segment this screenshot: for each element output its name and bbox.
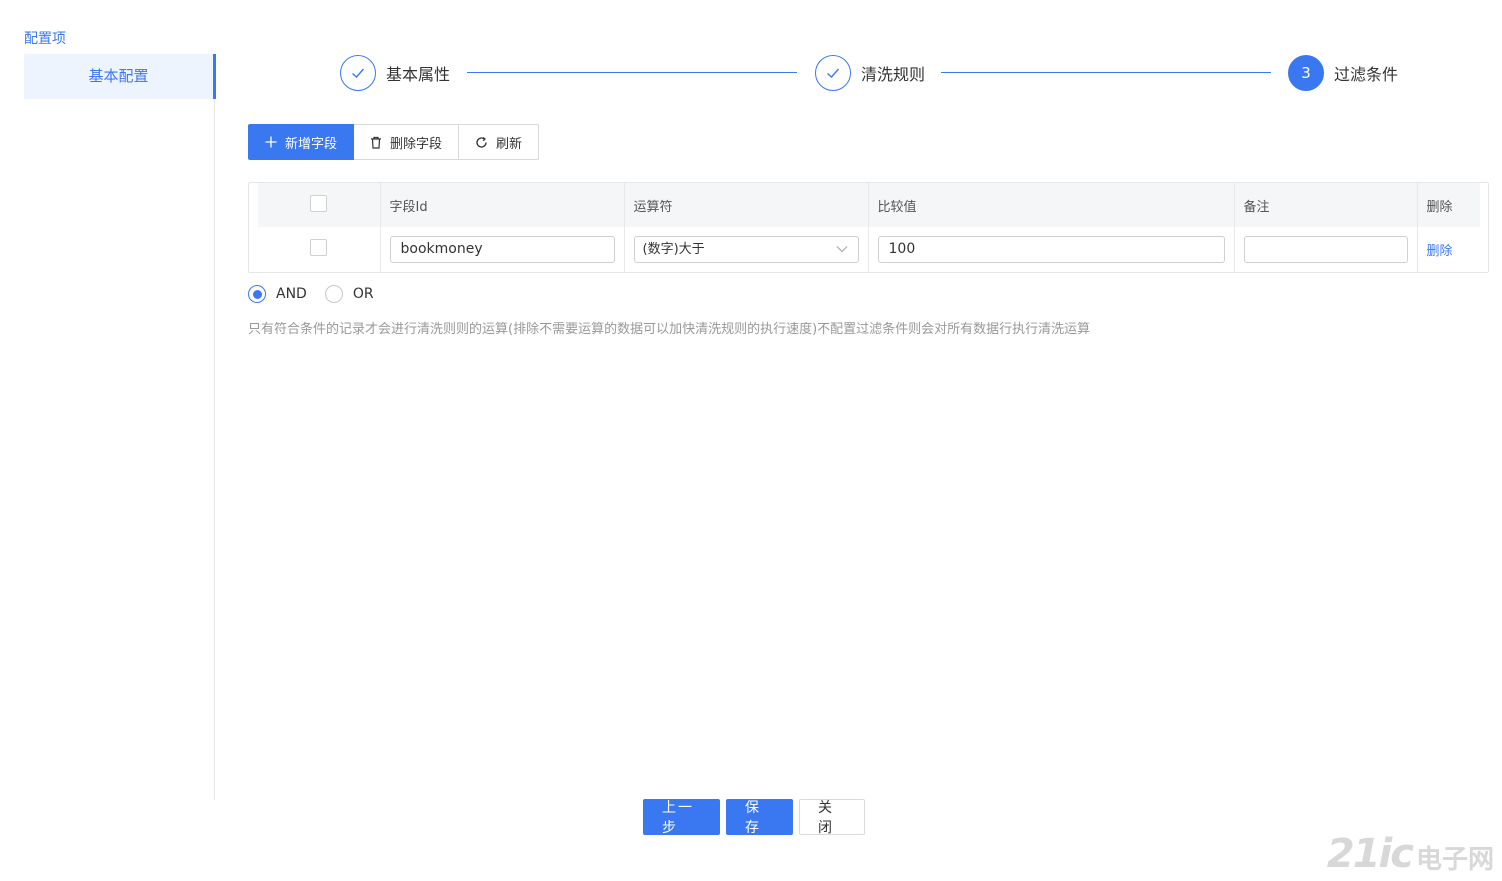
delete-field-label: 删除字段 [390, 136, 443, 152]
steps: 基本属性 清洗规则 3 过滤条件 [340, 54, 1420, 92]
trash-icon [370, 136, 382, 149]
operator-value: (数字)大于 [642, 242, 705, 257]
radio-and[interactable]: AND [248, 285, 307, 303]
column-header-field-id: 字段Id [380, 183, 625, 227]
compare-value-input[interactable]: 100 [877, 236, 1225, 263]
save-button[interactable]: 保存 [726, 799, 793, 836]
add-field-label: 新增字段 [285, 136, 338, 152]
step-label: 清洗规则 [861, 65, 926, 84]
sidebar: 配置项 基本配置 [24, 28, 216, 99]
sidebar-item-basic-config[interactable]: 基本配置 [24, 54, 216, 99]
prev-step-button[interactable]: 上一步 [643, 799, 720, 836]
row-checkbox[interactable] [310, 239, 328, 256]
footer-actions: 上一步 保存 关闭 [643, 799, 871, 836]
radio-or-label: OR [352, 286, 374, 302]
refresh-label: 刷新 [496, 136, 523, 152]
remark-input[interactable] [1243, 236, 1408, 263]
check-icon [815, 55, 851, 91]
select-all-checkbox[interactable] [310, 194, 328, 212]
remark-cell [1234, 227, 1418, 272]
plus-icon [265, 136, 277, 148]
operator-cell: (数字)大于 [624, 227, 869, 272]
step-connector [941, 72, 1271, 73]
refresh-icon [475, 136, 488, 149]
hint-text: 只有符合条件的记录才会进行清洗则则的运算(排除不需要运算的数据可以加快清洗规则的… [248, 322, 1091, 337]
step-cleaning-rules[interactable]: 清洗规则 [815, 54, 925, 92]
watermark-logo: 21ic 电子网 [1327, 831, 1494, 877]
close-button[interactable]: 关闭 [799, 799, 865, 836]
compare-value-cell: 100 [868, 227, 1235, 272]
radio-or[interactable]: OR [324, 285, 374, 303]
step-basic-properties[interactable]: 基本属性 [340, 54, 450, 92]
step-label: 基本属性 [386, 65, 451, 84]
watermark-text: 电子网 [1415, 845, 1494, 875]
delete-row-link[interactable]: 删除 [1427, 244, 1453, 259]
page: 配置项 基本配置 基本属性 清洗规则 3 过滤条件 新增字段 删除字段 刷新 字… [0, 0, 1502, 881]
step-filter-conditions[interactable]: 3 过滤条件 [1288, 54, 1398, 92]
column-header-remark: 备注 [1234, 183, 1418, 227]
chevron-down-icon [836, 237, 848, 262]
add-field-button[interactable]: 新增字段 [248, 124, 355, 160]
step-label: 过滤条件 [1334, 65, 1399, 84]
radio-and-dot[interactable] [248, 285, 266, 303]
field-id-cell: bookmoney [380, 227, 625, 272]
sidebar-item-label: 基本配置 [88, 67, 149, 85]
logic-radio-group: AND OR [248, 284, 392, 304]
column-header-compare-value: 比较值 [868, 183, 1235, 227]
operator-select[interactable]: (数字)大于 [633, 236, 859, 263]
table-header-row: 字段Id 运算符 比较值 备注 删除 [258, 183, 1480, 227]
sidebar-title: 配置项 [24, 31, 66, 47]
row-select-cell [258, 227, 381, 272]
watermark-number: 21ic [1326, 831, 1414, 877]
table-row: bookmoney (数字)大于 100 删除 [258, 227, 1480, 272]
step-connector [467, 72, 797, 73]
radio-and-label: AND [276, 286, 307, 302]
toolbar: 新增字段 删除字段 刷新 [248, 124, 540, 160]
vertical-divider [214, 100, 215, 800]
check-icon [340, 55, 376, 91]
refresh-button[interactable]: 刷新 [459, 124, 540, 160]
field-id-input[interactable]: bookmoney [389, 236, 615, 263]
column-header-operator: 运算符 [624, 183, 869, 227]
delete-cell: 删除 [1417, 227, 1480, 272]
delete-field-button[interactable]: 删除字段 [354, 124, 460, 160]
conditions-table: 字段Id 运算符 比较值 备注 删除 bookmoney (数字)大于 100 … [248, 182, 1489, 273]
radio-or-dot[interactable] [324, 285, 343, 303]
select-all-cell [258, 183, 381, 227]
step-number: 3 [1288, 55, 1324, 91]
column-header-delete: 删除 [1417, 183, 1480, 227]
